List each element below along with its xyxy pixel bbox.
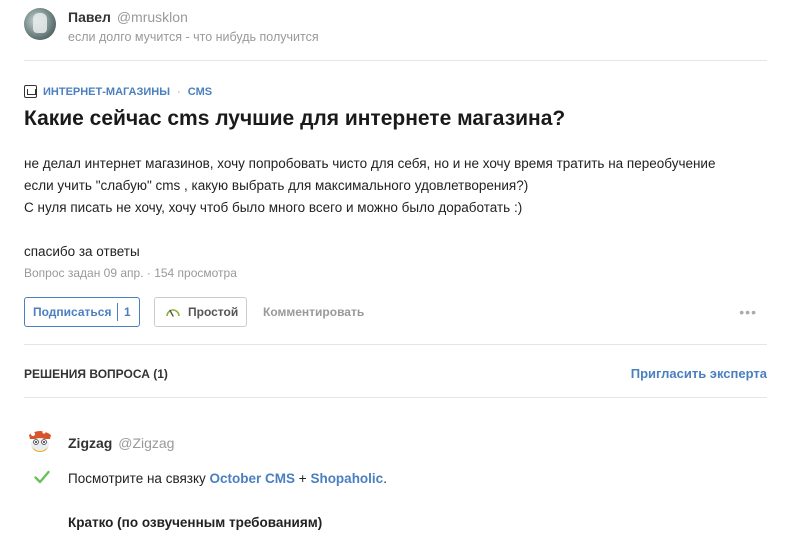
question-body-line: не делал интернет магазинов, хочу попроб… (24, 156, 716, 171)
question-tags: ИНТЕРНЕТ-МАГАЗИНЫ · CMS (24, 85, 212, 98)
shopaholic-link[interactable]: Shopaholic (310, 471, 383, 486)
gauge-icon (166, 309, 180, 317)
question-actions: Подписаться 1 Простой Комментировать ••• (24, 297, 767, 327)
more-icon[interactable]: ••• (739, 304, 757, 320)
question-body-line: если учить "слабую" cms , какую выбрать … (24, 178, 529, 193)
invite-expert-link[interactable]: Пригласить эксперта (631, 366, 767, 381)
solutions-header: РЕШЕНИЯ ВОПРОСА (1) (24, 367, 168, 381)
solutions-divider (24, 397, 767, 398)
question-body-line: С нуля писать не хочу, хочу чтоб было мн… (24, 200, 523, 215)
tag-separator: · (177, 85, 181, 98)
subscribe-label: Подписаться (33, 305, 112, 319)
actions-divider (24, 344, 767, 345)
question-meta: Вопрос задан 09 апр. · 154 просмотра (24, 266, 237, 280)
answer-author[interactable]: Zigzag @Zigzag (68, 435, 174, 451)
answer-author-handle[interactable]: @Zigzag (118, 435, 174, 451)
comment-button[interactable]: Комментировать (263, 305, 364, 319)
author-name-text[interactable]: Павел (68, 9, 111, 25)
question-title: Какие сейчас cms лучшие для интернете ма… (24, 107, 566, 130)
check-icon (34, 470, 50, 484)
complexity-button[interactable]: Простой (154, 297, 247, 327)
author-avatar[interactable] (24, 8, 56, 40)
october-cms-link[interactable]: October CMS (210, 471, 296, 486)
answer-subheading: Кратко (по озвученным требованиям) (68, 515, 323, 530)
tag-icon (24, 85, 37, 98)
tag-internet-shops[interactable]: ИНТЕРНЕТ-МАГАЗИНЫ (43, 86, 170, 98)
tag-cms[interactable]: CMS (188, 86, 212, 98)
subscribe-button[interactable]: Подписаться 1 (24, 297, 140, 327)
answer-author-name[interactable]: Zigzag (68, 435, 112, 451)
author-name[interactable]: Павел @mrusklon (68, 9, 188, 25)
question-body: не делал интернет магазинов, хочу попроб… (24, 153, 769, 263)
question-body-line: спасибо за ответы (24, 244, 140, 259)
answer-text: Посмотрите на связку October CMS + Shopa… (68, 471, 387, 486)
answer-author-avatar[interactable] (24, 425, 56, 457)
author-handle[interactable]: @mrusklon (117, 9, 188, 25)
subscribe-count: 1 (117, 303, 131, 321)
author-motto: если долго мучится - что нибудь получитс… (68, 30, 319, 44)
answer-text-suffix: . (383, 471, 387, 486)
answer-text-plus: + (295, 471, 311, 486)
complexity-label: Простой (188, 305, 239, 319)
header-divider (24, 60, 767, 61)
answer-text-prefix: Посмотрите на связку (68, 471, 210, 486)
question-body-blank-line (24, 219, 769, 241)
